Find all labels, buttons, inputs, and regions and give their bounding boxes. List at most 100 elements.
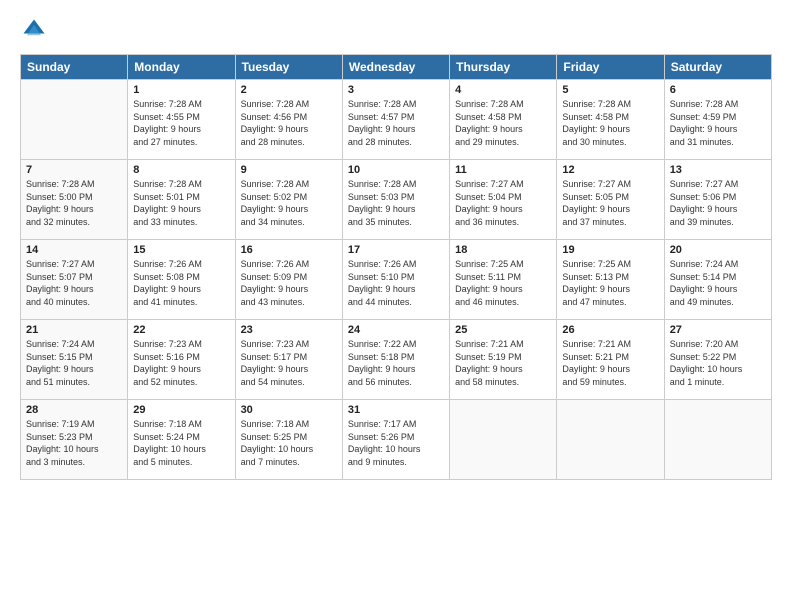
week-row-5: 28 Sunrise: 7:19 AMSunset: 5:23 PMDayligh… bbox=[21, 400, 772, 480]
day-number: 20 bbox=[670, 244, 766, 256]
day-number: 25 bbox=[455, 324, 551, 336]
header bbox=[20, 16, 772, 44]
cell-content: Sunrise: 7:28 AMSunset: 5:02 PMDaylight:… bbox=[241, 178, 337, 228]
day-number: 21 bbox=[26, 324, 122, 336]
day-number: 26 bbox=[562, 324, 658, 336]
calendar-cell: 18Sunrise: 7:25 AMSunset: 5:11 PMDayligh… bbox=[450, 240, 557, 320]
weekday-wednesday: Wednesday bbox=[342, 55, 449, 80]
cell-content: Sunrise: 7:25 AMSunset: 5:13 PMDaylight:… bbox=[562, 258, 658, 308]
cell-content: Sunrise: 7:28 AMSunset: 5:00 PMDaylight:… bbox=[26, 178, 122, 228]
day-number: 11 bbox=[455, 164, 551, 176]
calendar-cell: 13Sunrise: 7:27 AMSunset: 5:06 PMDayligh… bbox=[664, 160, 771, 240]
weekday-header-row: SundayMondayTuesdayWednesdayThursdayFrid… bbox=[21, 55, 772, 80]
cell-content: Sunrise: 7:28 AMSunset: 4:58 PMDaylight:… bbox=[455, 98, 551, 148]
day-number: 5 bbox=[562, 84, 658, 96]
calendar-cell: 25Sunrise: 7:21 AMSunset: 5:19 PMDayligh… bbox=[450, 320, 557, 400]
cell-content: Sunrise: 7:25 AMSunset: 5:11 PMDaylight:… bbox=[455, 258, 551, 308]
cell-content: Sunrise: 7:27 AMSunset: 5:05 PMDaylight:… bbox=[562, 178, 658, 228]
calendar-cell: 2Sunrise: 7:28 AMSunset: 4:56 PMDaylight… bbox=[235, 80, 342, 160]
calendar-cell bbox=[450, 400, 557, 480]
calendar-cell: 31 Sunrise: 7:17 AMSunset: 5:26 PMDayligh… bbox=[342, 400, 449, 480]
logo bbox=[20, 16, 52, 44]
calendar-cell: 9 Sunrise: 7:28 AMSunset: 5:02 PMDaylight… bbox=[235, 160, 342, 240]
day-number: 19 bbox=[562, 244, 658, 256]
calendar-cell: 21 Sunrise: 7:24 AMSunset: 5:15 PMDayligh… bbox=[21, 320, 128, 400]
cell-content: Sunrise: 7:28 AMSunset: 5:03 PMDaylight:… bbox=[348, 178, 444, 228]
week-row-1: 1Sunrise: 7:28 AMSunset: 4:55 PMDaylight… bbox=[21, 80, 772, 160]
calendar-cell: 26 Sunrise: 7:21 AMSunset: 5:21 PMDayligh… bbox=[557, 320, 664, 400]
day-number: 27 bbox=[670, 324, 766, 336]
day-number: 14 bbox=[26, 244, 122, 256]
calendar-cell: 14 Sunrise: 7:27 AMSunset: 5:07 PMDayligh… bbox=[21, 240, 128, 320]
weekday-tuesday: Tuesday bbox=[235, 55, 342, 80]
day-number: 2 bbox=[241, 84, 337, 96]
cell-content: Sunrise: 7:21 AMSunset: 5:21 PMDaylight:… bbox=[562, 338, 658, 388]
calendar-cell: 15 Sunrise: 7:26 AMSunset: 5:08 PMDayligh… bbox=[128, 240, 235, 320]
calendar-cell: 11 Sunrise: 7:27 AMSunset: 5:04 PMDayligh… bbox=[450, 160, 557, 240]
cell-content: Sunrise: 7:24 AMSunset: 5:14 PMDaylight:… bbox=[670, 258, 766, 308]
cell-content: Sunrise: 7:27 AMSunset: 5:04 PMDaylight:… bbox=[455, 178, 551, 228]
cell-content: Sunrise: 7:22 AMSunset: 5:18 PMDaylight:… bbox=[348, 338, 444, 388]
logo-icon bbox=[20, 16, 48, 44]
day-number: 10 bbox=[348, 164, 444, 176]
cell-content: Sunrise: 7:17 AMSunset: 5:26 PMDaylight:… bbox=[348, 418, 444, 468]
calendar-cell: 29 Sunrise: 7:18 AMSunset: 5:24 PMDayligh… bbox=[128, 400, 235, 480]
day-number: 17 bbox=[348, 244, 444, 256]
cell-content: Sunrise: 7:18 AMSunset: 5:25 PMDaylight:… bbox=[241, 418, 337, 468]
page: SundayMondayTuesdayWednesdayThursdayFrid… bbox=[0, 0, 792, 612]
cell-content: Sunrise: 7:19 AMSunset: 5:23 PMDaylight:… bbox=[26, 418, 122, 468]
calendar-cell: 6 Sunrise: 7:28 AMSunset: 4:59 PMDaylight… bbox=[664, 80, 771, 160]
cell-content: Sunrise: 7:24 AMSunset: 5:15 PMDaylight:… bbox=[26, 338, 122, 388]
day-number: 29 bbox=[133, 404, 229, 416]
calendar-cell: 10 Sunrise: 7:28 AMSunset: 5:03 PMDayligh… bbox=[342, 160, 449, 240]
day-number: 3 bbox=[348, 84, 444, 96]
day-number: 12 bbox=[562, 164, 658, 176]
day-number: 31 bbox=[348, 404, 444, 416]
cell-content: Sunrise: 7:23 AMSunset: 5:16 PMDaylight:… bbox=[133, 338, 229, 388]
calendar-cell: 16Sunrise: 7:26 AMSunset: 5:09 PMDayligh… bbox=[235, 240, 342, 320]
calendar-cell: 24 Sunrise: 7:22 AMSunset: 5:18 PMDayligh… bbox=[342, 320, 449, 400]
calendar-table: SundayMondayTuesdayWednesdayThursdayFrid… bbox=[20, 54, 772, 480]
cell-content: Sunrise: 7:28 AMSunset: 4:59 PMDaylight:… bbox=[670, 98, 766, 148]
cell-content: Sunrise: 7:27 AMSunset: 5:07 PMDaylight:… bbox=[26, 258, 122, 308]
calendar-cell: 19 Sunrise: 7:25 AMSunset: 5:13 PMDayligh… bbox=[557, 240, 664, 320]
calendar-cell bbox=[557, 400, 664, 480]
week-row-2: 7 Sunrise: 7:28 AMSunset: 5:00 PMDaylight… bbox=[21, 160, 772, 240]
weekday-saturday: Saturday bbox=[664, 55, 771, 80]
week-row-4: 21 Sunrise: 7:24 AMSunset: 5:15 PMDayligh… bbox=[21, 320, 772, 400]
calendar-cell: 3 Sunrise: 7:28 AMSunset: 4:57 PMDaylight… bbox=[342, 80, 449, 160]
day-number: 7 bbox=[26, 164, 122, 176]
cell-content: Sunrise: 7:28 AMSunset: 4:57 PMDaylight:… bbox=[348, 98, 444, 148]
cell-content: Sunrise: 7:18 AMSunset: 5:24 PMDaylight:… bbox=[133, 418, 229, 468]
calendar-cell: 20 Sunrise: 7:24 AMSunset: 5:14 PMDayligh… bbox=[664, 240, 771, 320]
cell-content: Sunrise: 7:26 AMSunset: 5:08 PMDaylight:… bbox=[133, 258, 229, 308]
day-number: 6 bbox=[670, 84, 766, 96]
day-number: 1 bbox=[133, 84, 229, 96]
day-number: 9 bbox=[241, 164, 337, 176]
day-number: 16 bbox=[241, 244, 337, 256]
calendar-cell: 23Sunrise: 7:23 AMSunset: 5:17 PMDayligh… bbox=[235, 320, 342, 400]
week-row-3: 14 Sunrise: 7:27 AMSunset: 5:07 PMDayligh… bbox=[21, 240, 772, 320]
calendar-cell: 28 Sunrise: 7:19 AMSunset: 5:23 PMDayligh… bbox=[21, 400, 128, 480]
weekday-thursday: Thursday bbox=[450, 55, 557, 80]
calendar-cell: 27 Sunrise: 7:20 AMSunset: 5:22 PMDayligh… bbox=[664, 320, 771, 400]
calendar-cell: 8 Sunrise: 7:28 AMSunset: 5:01 PMDaylight… bbox=[128, 160, 235, 240]
day-number: 24 bbox=[348, 324, 444, 336]
day-number: 4 bbox=[455, 84, 551, 96]
calendar-cell bbox=[21, 80, 128, 160]
cell-content: Sunrise: 7:23 AMSunset: 5:17 PMDaylight:… bbox=[241, 338, 337, 388]
day-number: 22 bbox=[133, 324, 229, 336]
calendar-cell: 7 Sunrise: 7:28 AMSunset: 5:00 PMDaylight… bbox=[21, 160, 128, 240]
weekday-friday: Friday bbox=[557, 55, 664, 80]
calendar-cell: 22 Sunrise: 7:23 AMSunset: 5:16 PMDayligh… bbox=[128, 320, 235, 400]
calendar-cell: 17Sunrise: 7:26 AMSunset: 5:10 PMDayligh… bbox=[342, 240, 449, 320]
day-number: 15 bbox=[133, 244, 229, 256]
day-number: 8 bbox=[133, 164, 229, 176]
day-number: 28 bbox=[26, 404, 122, 416]
cell-content: Sunrise: 7:28 AMSunset: 5:01 PMDaylight:… bbox=[133, 178, 229, 228]
cell-content: Sunrise: 7:28 AMSunset: 4:58 PMDaylight:… bbox=[562, 98, 658, 148]
day-number: 30 bbox=[241, 404, 337, 416]
day-number: 13 bbox=[670, 164, 766, 176]
cell-content: Sunrise: 7:20 AMSunset: 5:22 PMDaylight:… bbox=[670, 338, 766, 388]
weekday-sunday: Sunday bbox=[21, 55, 128, 80]
